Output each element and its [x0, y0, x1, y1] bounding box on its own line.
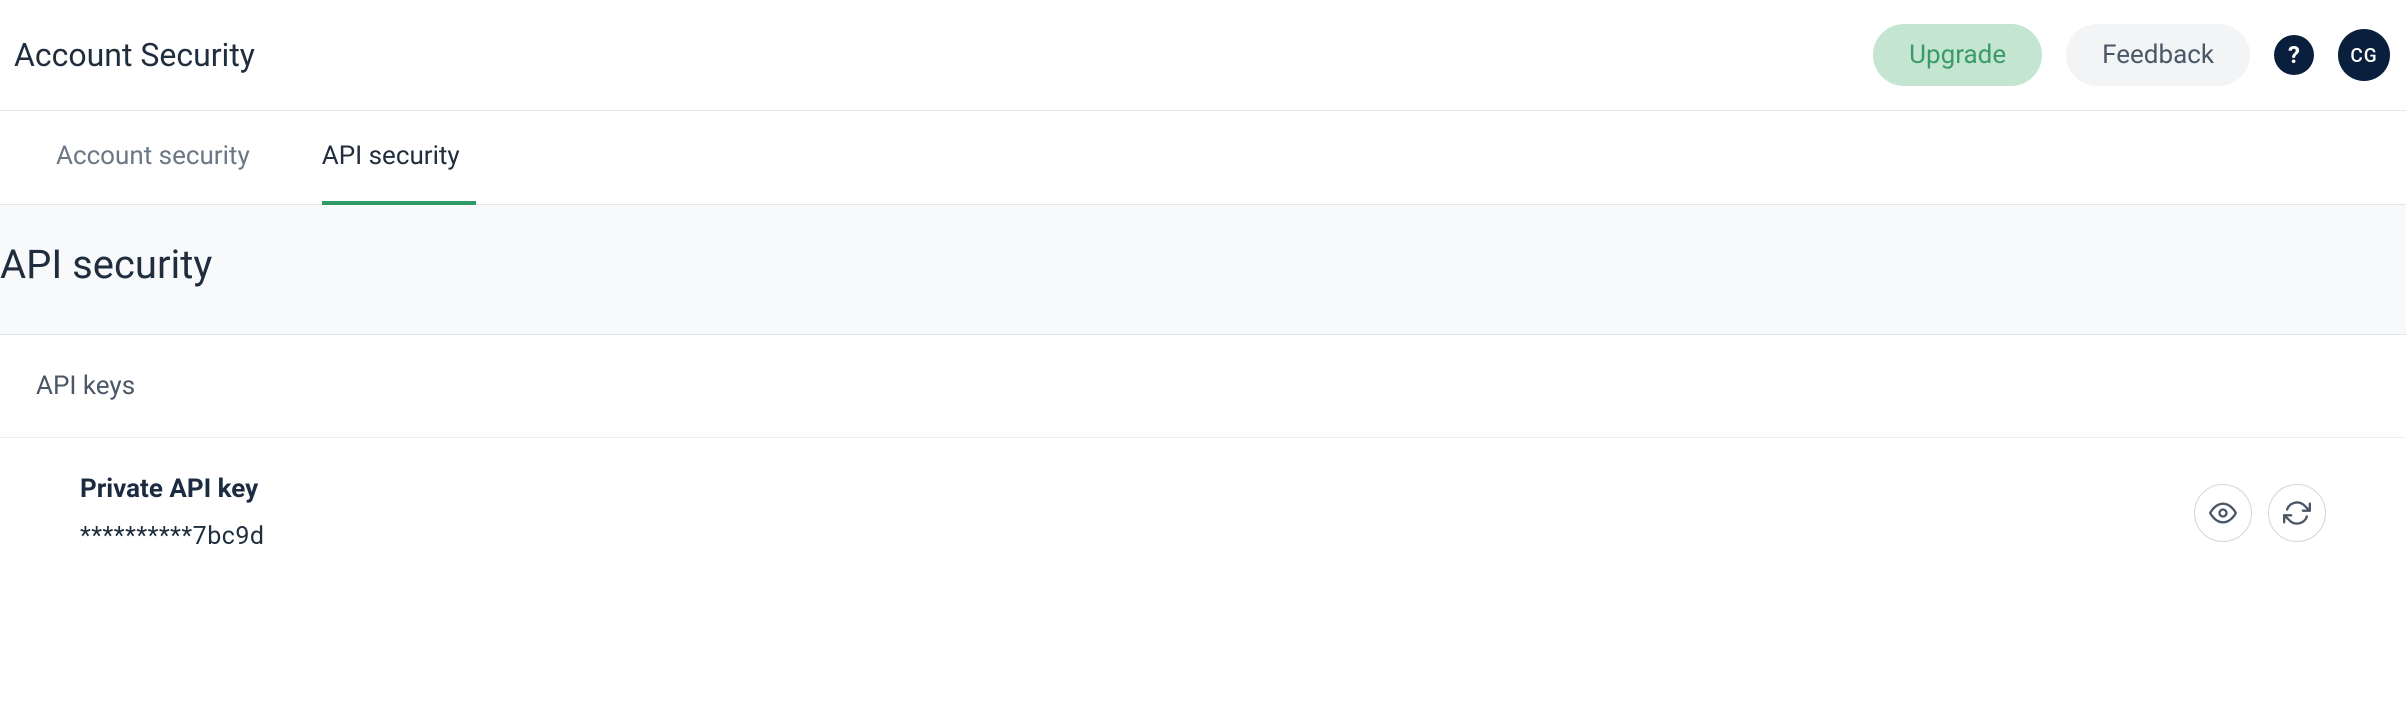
tab-account-security[interactable]: Account security: [56, 111, 266, 205]
subsection-header: API keys: [0, 335, 2406, 438]
api-key-label: Private API key: [80, 474, 265, 504]
tab-bar: Account security API security: [0, 111, 2406, 205]
refresh-icon: [2283, 499, 2311, 527]
tab-api-security[interactable]: API security: [322, 111, 476, 205]
page-title: Account Security: [14, 36, 255, 74]
header-actions: Upgrade Feedback ? CG: [1873, 24, 2390, 86]
api-key-info: Private API key **********7bc9d: [80, 474, 265, 551]
api-key-actions: [2194, 484, 2326, 542]
regenerate-key-button[interactable]: [2268, 484, 2326, 542]
subsection-title: API keys: [36, 371, 2370, 401]
reveal-key-button[interactable]: [2194, 484, 2252, 542]
section-header: API security: [0, 205, 2406, 335]
upgrade-button[interactable]: Upgrade: [1873, 24, 2042, 86]
avatar[interactable]: CG: [2338, 29, 2390, 81]
help-icon[interactable]: ?: [2274, 35, 2314, 75]
eye-icon: [2209, 499, 2237, 527]
api-key-value: **********7bc9d: [80, 522, 265, 551]
section-title: API security: [0, 241, 2406, 288]
api-key-row: Private API key **********7bc9d: [0, 438, 2406, 559]
page-header: Account Security Upgrade Feedback ? CG: [0, 0, 2406, 111]
feedback-button[interactable]: Feedback: [2066, 24, 2250, 86]
